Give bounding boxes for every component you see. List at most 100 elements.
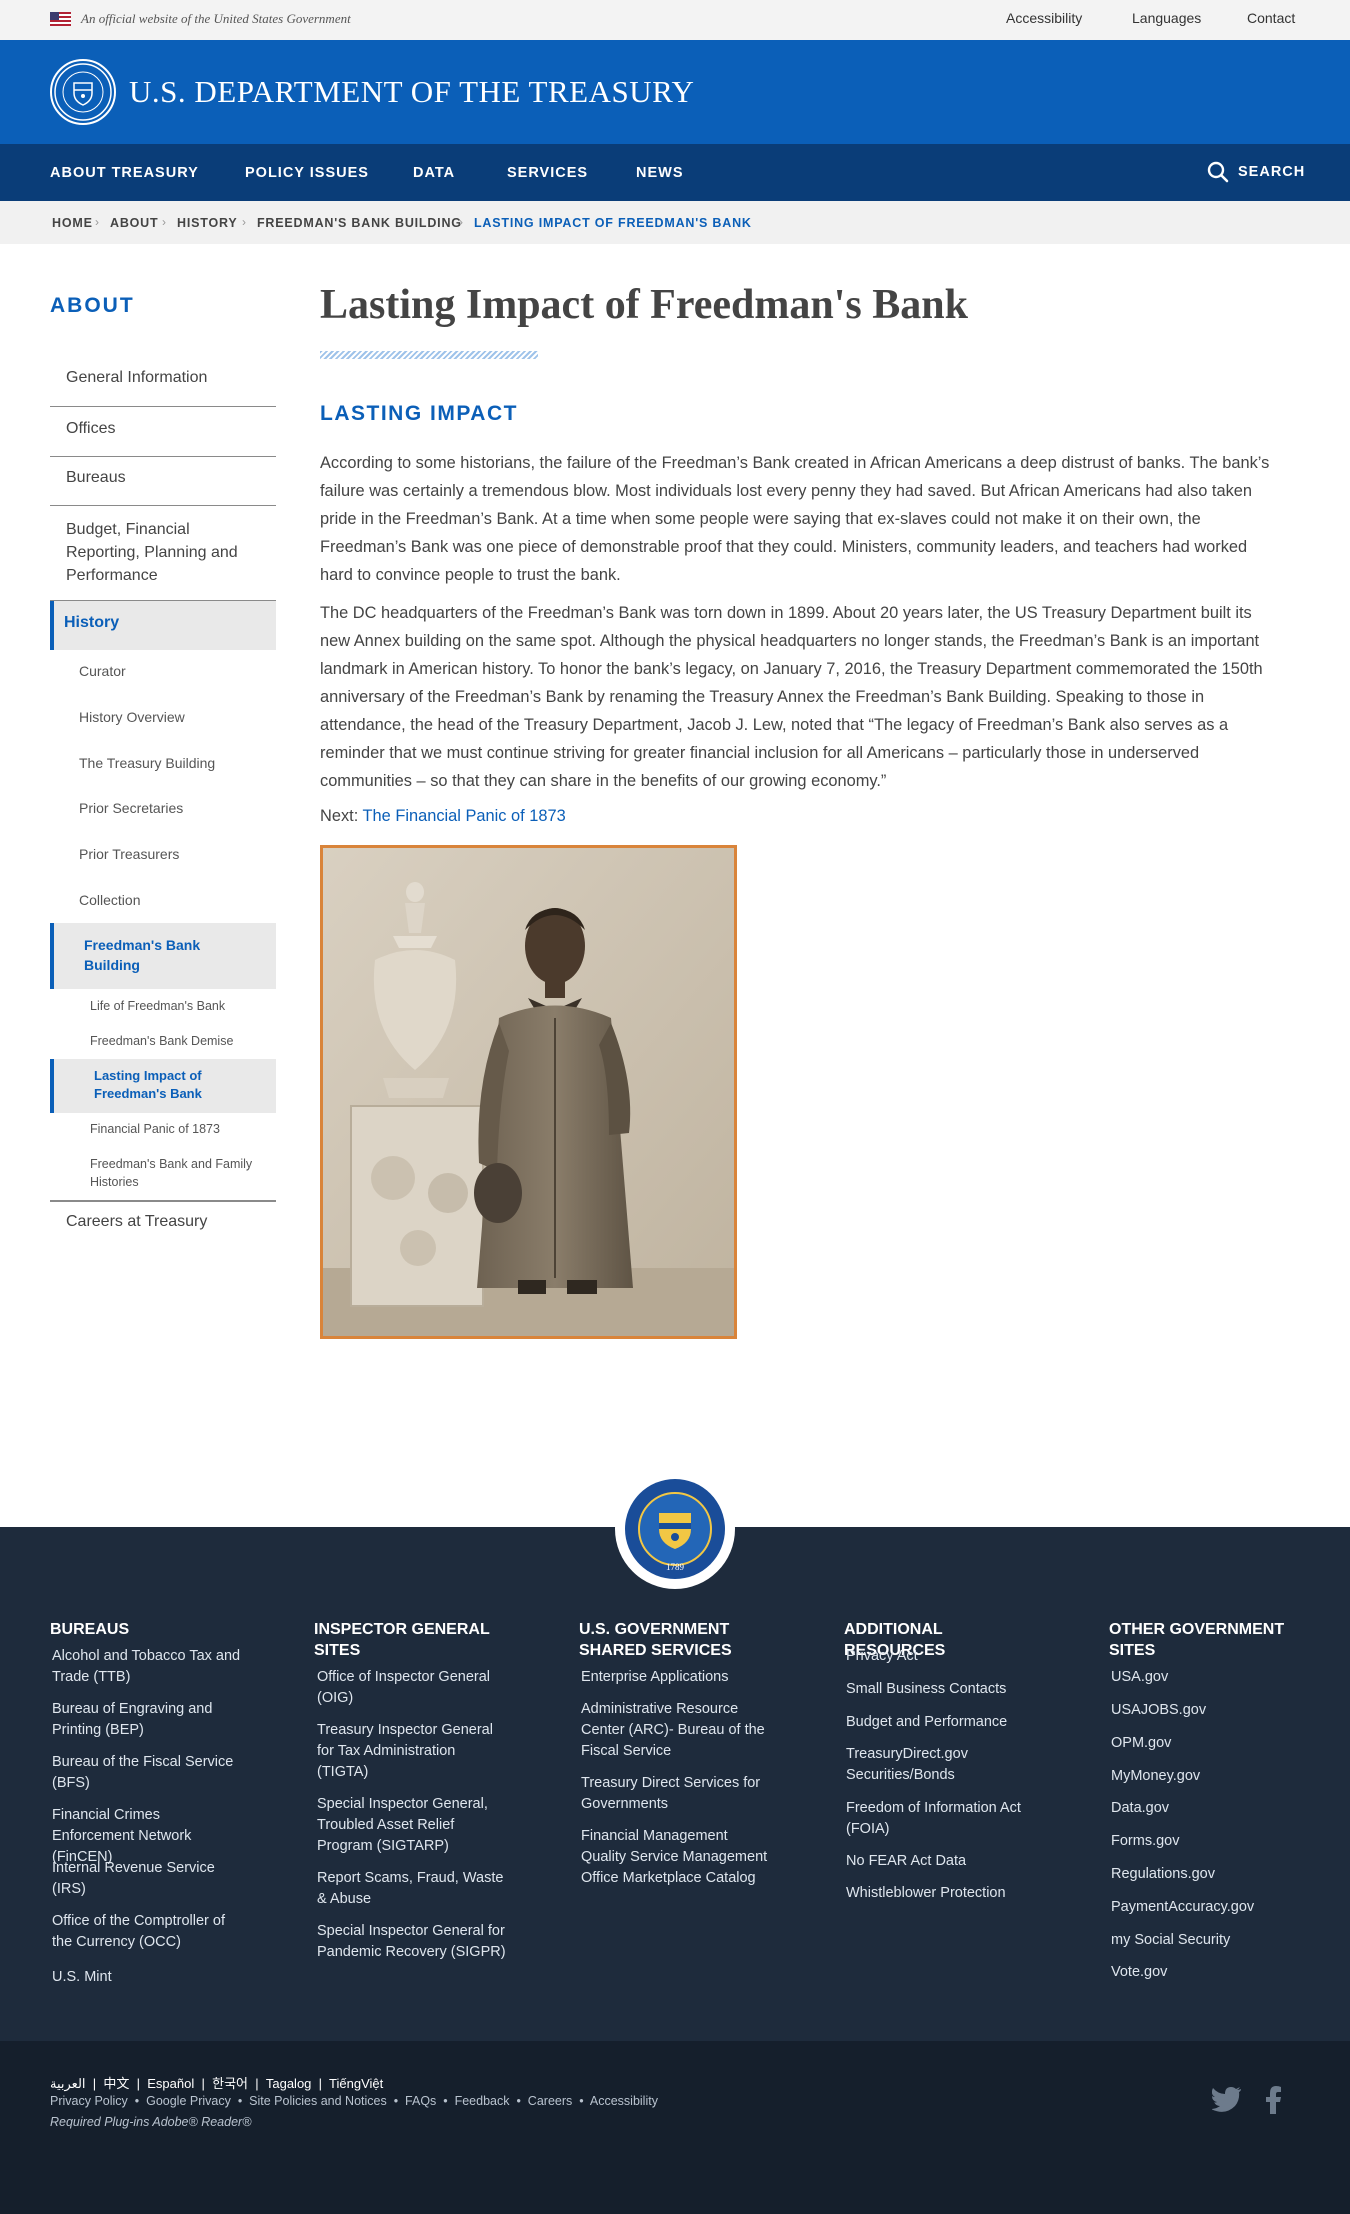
- sidebar-item-label: Offices: [66, 420, 116, 437]
- footer-link[interactable]: Administrative Resource Center (ARC)- Bu…: [581, 1699, 771, 1762]
- footer-link[interactable]: Treasury Inspector General for Tax Admin…: [317, 1720, 507, 1783]
- footer-link[interactable]: Whistleblower Protection: [846, 1883, 1036, 1904]
- language-link-vietnamese[interactable]: TiếngViệt: [329, 2076, 383, 2091]
- footer-link[interactable]: my Social Security: [1111, 1930, 1301, 1951]
- footer-link[interactable]: Budget and Performance: [846, 1712, 1036, 1733]
- footer-link[interactable]: Freedom of Information Act (FOIA): [846, 1798, 1046, 1840]
- footer-link[interactable]: PaymentAccuracy.gov: [1111, 1897, 1301, 1918]
- language-links: العربية | 中文 | Español | 한국어 | Tagalog |…: [50, 2073, 383, 2092]
- footer-link[interactable]: Office of Inspector General (OIG): [317, 1667, 507, 1709]
- footer-link[interactable]: Forms.gov: [1111, 1831, 1301, 1852]
- sidebar-sub-history-overview[interactable]: History Overview: [79, 709, 185, 725]
- accessibility-link[interactable]: Accessibility: [1006, 10, 1082, 26]
- sidebar-sub-collection[interactable]: Collection: [79, 892, 140, 908]
- treasury-seal-icon[interactable]: [50, 59, 116, 125]
- footer-link[interactable]: No FEAR Act Data: [846, 1851, 1036, 1872]
- language-link-korean[interactable]: 한국어: [212, 2076, 248, 2091]
- footer-link[interactable]: Vote.gov: [1111, 1962, 1301, 1983]
- sidebar-item-general-information[interactable]: General Information: [50, 357, 276, 407]
- sidebar-item-label: Careers at Treasury: [66, 1213, 208, 1230]
- footer-link[interactable]: Financial Management Quality Service Man…: [581, 1826, 771, 1889]
- footer-link[interactable]: MyMoney.gov: [1111, 1766, 1301, 1787]
- sidebar-sub-treasury-building[interactable]: The Treasury Building: [79, 755, 215, 771]
- sidebar-subsub-life[interactable]: Life of Freedman's Bank: [90, 997, 270, 1015]
- sidebar-sub-prior-treasurers[interactable]: Prior Treasurers: [79, 846, 179, 862]
- facebook-icon[interactable]: [1266, 2086, 1282, 2119]
- sidebar-subsub-family-histories[interactable]: Freedman's Bank and Family Histories: [90, 1155, 270, 1191]
- footer-link[interactable]: Treasury Direct Services for Governments: [581, 1773, 771, 1815]
- sidebar-item-bureaus[interactable]: Bureaus: [50, 457, 276, 506]
- title-underline: [320, 351, 538, 359]
- separator: |: [251, 2076, 263, 2091]
- search-button[interactable]: SEARCH: [1206, 160, 1305, 184]
- footer-link[interactable]: Bureau of Engraving and Printing (BEP): [52, 1699, 242, 1741]
- breadcrumb-chevron-icon: ›: [459, 215, 463, 229]
- breadcrumb-history[interactable]: HISTORY: [177, 216, 237, 230]
- nav-news[interactable]: NEWS: [636, 165, 684, 181]
- nav-services[interactable]: SERVICES: [507, 165, 588, 181]
- contact-link[interactable]: Contact: [1247, 10, 1295, 26]
- footer-link[interactable]: U.S. Mint: [52, 1967, 242, 1988]
- sidebar-sub-freedmans-bank-building[interactable]: Freedman's Bank Building: [50, 923, 276, 989]
- footer-link[interactable]: TreasuryDirect.gov Securities/Bonds: [846, 1744, 996, 1786]
- footer-heading: OTHER GOVERNMENT SITES: [1109, 1621, 1285, 1659]
- sidebar-subsub-demise[interactable]: Freedman's Bank Demise: [90, 1032, 270, 1050]
- google-privacy-link[interactable]: Google Privacy: [146, 2094, 231, 2108]
- breadcrumb-about[interactable]: ABOUT: [110, 216, 158, 230]
- footer-link[interactable]: Bureau of the Fiscal Service (BFS): [52, 1752, 242, 1794]
- sidebar-title: ABOUT: [50, 294, 135, 317]
- language-link-spanish[interactable]: Español: [147, 2076, 194, 2091]
- search-icon: [1207, 161, 1229, 183]
- footer-link[interactable]: Office of the Comptroller of the Currenc…: [52, 1911, 242, 1953]
- footer-heading: INSPECTOR GENERAL SITES: [314, 1621, 490, 1659]
- footer-accessibility-link[interactable]: Accessibility: [590, 2094, 658, 2108]
- footer-link[interactable]: Data.gov: [1111, 1798, 1301, 1819]
- footer-link[interactable]: Internal Revenue Service (IRS): [52, 1858, 242, 1900]
- separator: |: [197, 2076, 209, 2091]
- breadcrumb-home[interactable]: HOME: [52, 216, 93, 230]
- next-link-row: Next: The Financial Panic of 1873: [320, 807, 566, 826]
- sidebar-sub-curator[interactable]: Curator: [79, 663, 126, 679]
- sidebar-item-careers[interactable]: Careers at Treasury: [50, 1213, 276, 1243]
- language-link-tagalog[interactable]: Tagalog: [266, 2076, 312, 2091]
- feedback-link[interactable]: Feedback: [455, 2094, 510, 2108]
- nav-policy-issues[interactable]: POLICY ISSUES: [245, 165, 369, 181]
- bullet-separator: •: [439, 2094, 452, 2108]
- site-policies-link[interactable]: Site Policies and Notices: [249, 2094, 387, 2108]
- sidebar-subsub-lasting-impact[interactable]: Lasting Impact of Freedman's Bank: [50, 1059, 276, 1113]
- footer-link[interactable]: Special Inspector General for Pandemic R…: [317, 1921, 507, 1963]
- sidebar-sub-prior-secretaries[interactable]: Prior Secretaries: [79, 800, 183, 816]
- sidebar-item-history[interactable]: History: [50, 601, 276, 650]
- footer-link[interactable]: Report Scams, Fraud, Waste & Abuse: [317, 1868, 507, 1910]
- footer-link[interactable]: Small Business Contacts: [846, 1679, 1036, 1700]
- footer-link[interactable]: OPM.gov: [1111, 1733, 1301, 1754]
- privacy-policy-link[interactable]: Privacy Policy: [50, 2094, 128, 2108]
- sidebar-item-budget[interactable]: Budget, Financial Reporting, Planning an…: [50, 506, 276, 601]
- footer-link[interactable]: USAJOBS.gov: [1111, 1700, 1301, 1721]
- sidebar-subsub-financial-panic[interactable]: Financial Panic of 1873: [90, 1120, 270, 1138]
- careers-link[interactable]: Careers: [528, 2094, 572, 2108]
- language-link-arabic[interactable]: العربية: [50, 2076, 86, 2091]
- nav-about-treasury[interactable]: ABOUT TREASURY: [50, 165, 199, 181]
- language-link-chinese[interactable]: 中文: [103, 2076, 129, 2091]
- sidebar-item-offices[interactable]: Offices: [50, 407, 276, 457]
- footer-heading: BUREAUS: [50, 1621, 130, 1638]
- languages-link[interactable]: Languages: [1132, 10, 1201, 26]
- breadcrumb-freedmans-bank-building[interactable]: FREEDMAN'S BANK BUILDING: [257, 216, 462, 230]
- faqs-link[interactable]: FAQs: [405, 2094, 436, 2108]
- nav-data[interactable]: DATA: [413, 165, 455, 181]
- footer-link[interactable]: Enterprise Applications: [581, 1667, 771, 1688]
- footer-link[interactable]: Special Inspector General, Troubled Asse…: [317, 1794, 507, 1857]
- main-nav: ABOUT TREASURY POLICY ISSUES DATA SERVIC…: [0, 144, 1350, 201]
- next-link[interactable]: The Financial Panic of 1873: [363, 807, 566, 825]
- footer-link[interactable]: Privacy Act: [846, 1646, 1036, 1667]
- footer-link[interactable]: USA.gov: [1111, 1667, 1301, 1688]
- section-heading: LASTING IMPACT: [320, 402, 518, 425]
- bullet-separator: •: [575, 2094, 588, 2108]
- sidebar-divider: [50, 1200, 276, 1202]
- site-title[interactable]: U.S. DEPARTMENT OF THE TREASURY: [129, 74, 694, 110]
- twitter-icon[interactable]: [1211, 2086, 1242, 2117]
- footer-link[interactable]: Alcohol and Tobacco Tax and Trade (TTB): [52, 1646, 242, 1688]
- breadcrumb-chevron-icon: ›: [242, 215, 246, 229]
- footer-link[interactable]: Regulations.gov: [1111, 1864, 1301, 1885]
